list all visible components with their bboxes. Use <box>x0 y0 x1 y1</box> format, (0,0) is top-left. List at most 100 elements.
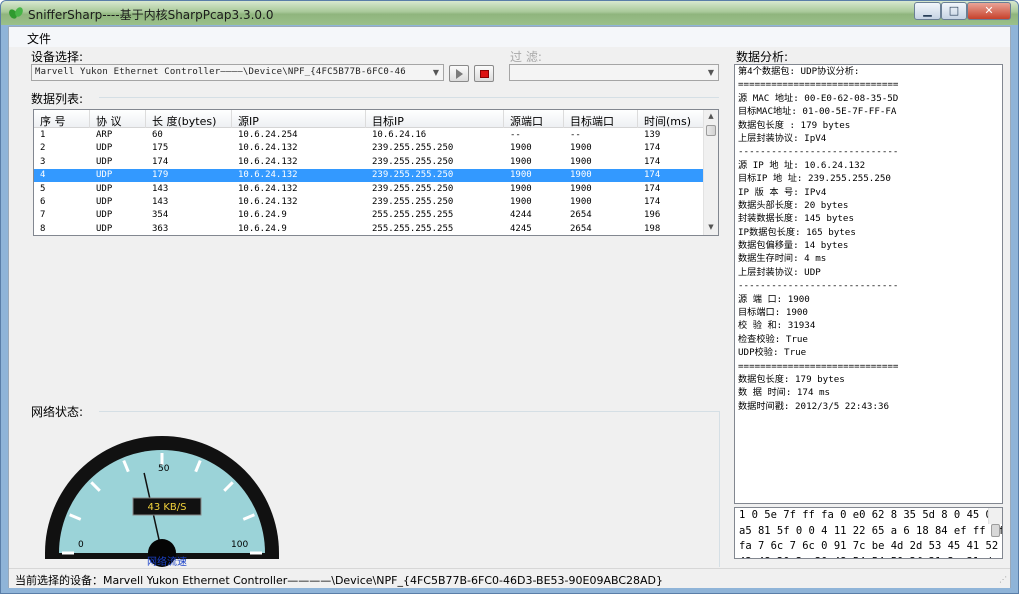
table-row[interactable]: 8 UDP 363 10.6.24.9 255.255.255.255 4245 2654 1… <box>34 223 704 235</box>
hex-line: 43 48 20 2a 20 48 54 54 50 2f 31 2e 31 d <box>737 555 1002 559</box>
analysis-line: 数据包长度: 179 bytes <box>738 373 845 385</box>
table-cell: 1900 <box>570 183 592 194</box>
table-cell: UDP <box>96 223 113 234</box>
analysis-line: 上层封装协议: UDP <box>738 266 821 278</box>
chevron-down-icon: ▼ <box>707 68 715 77</box>
chevron-down-icon: ▼ <box>432 68 440 77</box>
column-header[interactable]: 时间(ms) <box>644 113 691 129</box>
scroll-thumb[interactable] <box>706 125 716 136</box>
analysis-line: ============================= <box>738 360 899 372</box>
analysis-textbox[interactable]: 第4个数据包: UDP协议分析: ========================… <box>734 64 1003 504</box>
column-header[interactable]: 目标端口 <box>570 113 614 129</box>
table-row[interactable]: 4 UDP 179 10.6.24.132 239.255.255.250 1900 190… <box>34 169 704 183</box>
hex-lines: 1 0 5e 7f ff fa 0 e0 62 8 35 5d 8 0 45 0… <box>735 508 1002 558</box>
table-cell: 10.6.24.16 <box>372 130 427 140</box>
scroll-thumb[interactable] <box>991 524 1000 537</box>
table-cell: 5 <box>40 183 46 194</box>
stop-capture-button[interactable] <box>474 65 494 82</box>
table-cell: -- <box>570 130 581 140</box>
table-cell: 255.255.255.255 <box>372 223 454 234</box>
table-row[interactable]: 1 ARP 60 10.6.24.254 10.6.24.16 -- -- 139 <box>34 129 704 142</box>
column-header[interactable]: 源端口 <box>510 113 543 129</box>
group-divider <box>99 411 719 412</box>
table-cell: 4 <box>40 170 46 181</box>
main-window: SnifferSharp----基于内核SharpPcap3.3.0.0 ▁ □… <box>0 0 1019 594</box>
packet-table[interactable]: 序 号 协 议 长 度(bytes) 源IP 目标IP 源端口 目标端口 时间(ms) 1 AR… <box>33 109 719 236</box>
table-row[interactable]: 2 UDP 175 10.6.24.132 239.255.255.250 1900 190… <box>34 142 704 155</box>
table-cell: 255.255.255.255 <box>372 210 454 221</box>
column-separator[interactable] <box>563 110 564 128</box>
scroll-up-icon[interactable]: ▲ <box>707 112 715 120</box>
table-row[interactable]: 3 UDP 174 10.6.24.132 239.255.255.250 1900 190… <box>34 156 704 169</box>
close-button[interactable]: ✕ <box>967 2 1011 20</box>
filter-select[interactable]: ▼ <box>509 64 719 81</box>
column-separator[interactable] <box>231 110 232 128</box>
analysis-line: ============================= <box>738 79 899 91</box>
column-separator[interactable] <box>89 110 90 128</box>
table-cell: 174 <box>152 156 169 167</box>
analysis-line: 数据包偏移量: 14 bytes <box>738 240 849 252</box>
table-row[interactable]: 5 UDP 143 10.6.24.132 239.255.255.250 1900 190… <box>34 183 704 196</box>
table-cell: 10.6.24.9 <box>238 210 287 221</box>
table-cell: UDP <box>96 156 113 167</box>
analysis-line: 数 据 时间: 174 ms <box>738 387 831 399</box>
column-header[interactable]: 目标IP <box>372 113 404 129</box>
analysis-line: 数据包长度 : 179 bytes <box>738 119 851 131</box>
table-row[interactable]: 7 UDP 354 10.6.24.9 255.255.255.255 4244 2654 1… <box>34 209 704 222</box>
table-cell: -- <box>510 130 521 140</box>
column-separator[interactable] <box>145 110 146 128</box>
maximize-button[interactable]: □ <box>941 2 967 20</box>
table-cell: 10.6.24.132 <box>238 197 298 207</box>
table-cell: 174 <box>644 156 661 167</box>
play-icon <box>456 69 463 79</box>
table-cell: 239.255.255.250 <box>372 183 454 194</box>
group-divider <box>99 97 719 98</box>
analysis-line: 数据头部长度: 20 bytes <box>738 199 849 211</box>
table-scrollbar[interactable]: ▲ ▼ <box>703 110 718 235</box>
analysis-line: 目标MAC地址: 01-00-5E-7F-FF-FA <box>738 106 897 118</box>
table-cell: 239.255.255.250 <box>372 156 454 167</box>
start-capture-button[interactable] <box>449 65 469 82</box>
table-cell: 363 <box>152 223 169 234</box>
table-cell: 354 <box>152 210 169 221</box>
column-separator[interactable] <box>365 110 366 128</box>
table-cell: 4245 <box>510 223 532 234</box>
device-select[interactable]: Marvell Yukon Ethernet Controller————\De… <box>31 64 444 81</box>
table-cell: 2 <box>40 143 46 154</box>
analysis-line: 封装数据长度: 145 bytes <box>738 213 854 225</box>
table-row[interactable]: 6 UDP 143 10.6.24.132 239.255.255.250 1900 190… <box>34 196 704 209</box>
table-cell: 143 <box>152 197 169 207</box>
stop-icon <box>480 70 489 78</box>
table-cell: 239.255.255.250 <box>372 170 454 181</box>
table-cell: 1900 <box>570 197 592 207</box>
analysis-line: 源 IP 地 址: 10.6.24.132 <box>738 159 866 171</box>
column-separator[interactable] <box>637 110 638 128</box>
analysis-line: IP 版 本 号: IPv4 <box>738 186 827 198</box>
column-header[interactable]: 源IP <box>238 113 259 129</box>
hex-line: a5 81 5f 0 0 4 11 22 65 a 6 18 84 ef ff … <box>739 524 1003 537</box>
title-bar[interactable]: SnifferSharp----基于内核SharpPcap3.3.0.0 ▁ □… <box>1 1 1018 25</box>
table-cell: UDP <box>96 143 113 154</box>
table-cell: UDP <box>96 183 113 194</box>
table-cell: 139 <box>644 130 661 140</box>
table-cell: 2654 <box>570 210 592 221</box>
analysis-line: 数据时间戳: 2012/3/5 22:43:36 <box>738 400 890 412</box>
resize-grip-icon[interactable]: ⋰ <box>999 575 1007 584</box>
device-label: 设备选择: <box>31 50 84 64</box>
table-cell: 6 <box>40 197 46 207</box>
minimize-button[interactable]: ▁ <box>914 2 941 20</box>
analysis-line: 上层封装协议: IpV4 <box>738 132 827 144</box>
column-header[interactable]: 长 度(bytes) <box>152 113 216 129</box>
hex-scrollbar[interactable] <box>988 508 1002 537</box>
menu-file[interactable]: 文件 <box>27 30 51 47</box>
table-cell: 4244 <box>510 210 532 221</box>
column-header[interactable]: 协 议 <box>96 113 122 129</box>
scroll-down-icon[interactable]: ▼ <box>707 223 715 231</box>
column-separator[interactable] <box>503 110 504 128</box>
table-cell: 198 <box>644 223 661 234</box>
column-header[interactable]: 序 号 <box>40 113 66 129</box>
analysis-line: 目标IP 地 址: 239.255.255.250 <box>738 173 891 185</box>
table-cell: 3 <box>40 156 46 167</box>
hex-dump-textbox[interactable]: 1 0 5e 7f ff fa 0 e0 62 8 35 5d 8 0 45 0… <box>734 507 1003 559</box>
app-leaf-icon <box>9 7 23 19</box>
